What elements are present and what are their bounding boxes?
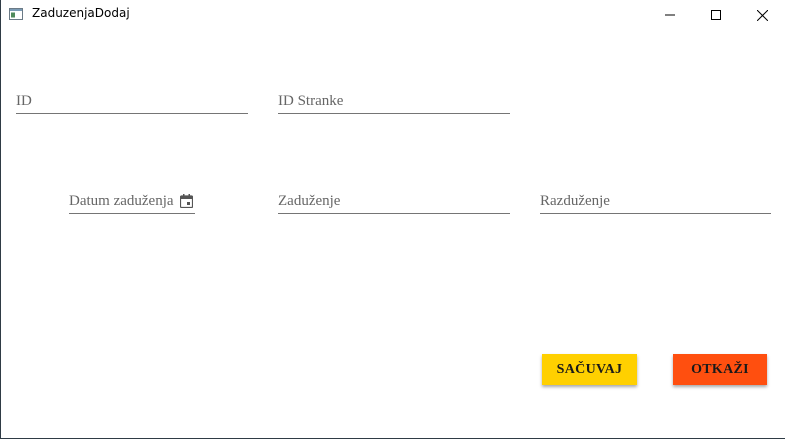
- razduzenje-field-container: [540, 190, 771, 214]
- window-title: ZaduzenjaDodaj: [32, 6, 130, 20]
- title-bar[interactable]: ZaduzenjaDodaj: [1, 0, 785, 30]
- maximize-button[interactable]: [693, 0, 739, 30]
- datum-zaduzenja-field[interactable]: [69, 190, 195, 212]
- save-button[interactable]: SAČUVAJ: [542, 354, 637, 385]
- id-stranke-field[interactable]: [278, 90, 510, 112]
- close-icon: [756, 9, 768, 21]
- id-field-container: [16, 90, 248, 114]
- app-window: ZaduzenjaDodaj ID ID Stranke Datum zaduž…: [0, 0, 785, 439]
- maximize-icon: [711, 10, 721, 20]
- zaduzenje-field[interactable]: [278, 190, 510, 212]
- id-field[interactable]: [16, 90, 248, 112]
- zaduzenje-field-container: [278, 190, 510, 214]
- cancel-button[interactable]: OTKAŽI: [673, 354, 767, 385]
- calendar-icon[interactable]: [179, 194, 194, 209]
- close-button[interactable]: [739, 0, 785, 30]
- datum-zaduzenja-field-container: [69, 190, 195, 214]
- id-stranke-field-container: [278, 90, 510, 114]
- minimize-button[interactable]: [647, 0, 693, 30]
- minimize-icon: [665, 14, 675, 16]
- razduzenje-field[interactable]: [540, 190, 771, 212]
- app-window-icon: [9, 7, 23, 20]
